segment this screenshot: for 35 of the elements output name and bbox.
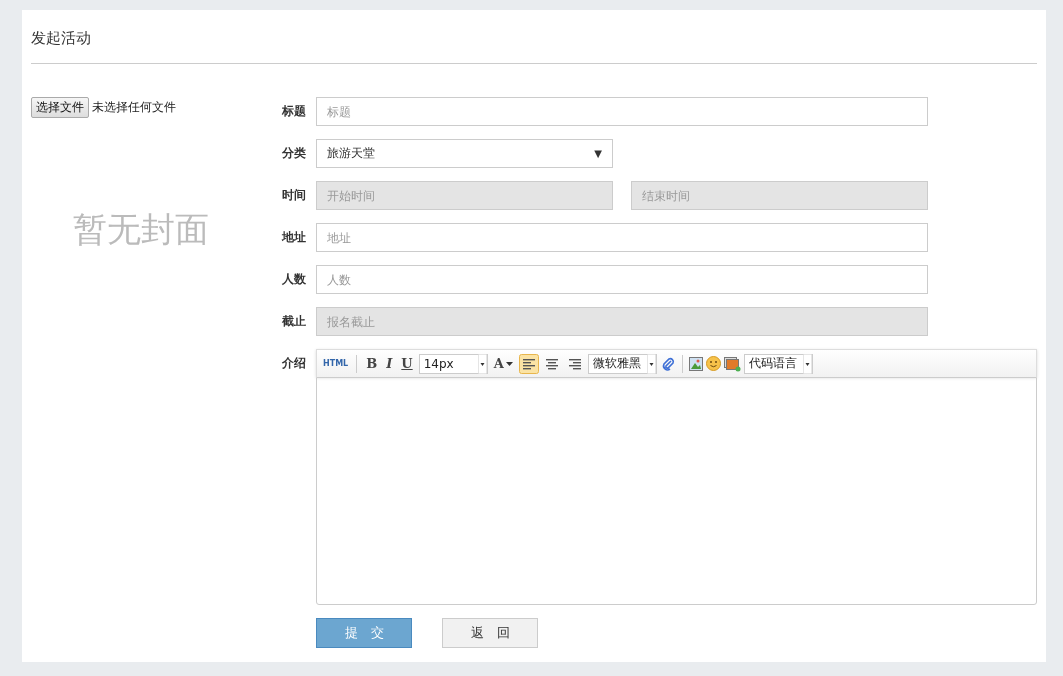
field-label: 地址: [282, 229, 307, 246]
toolbar-dropdown[interactable]: 代码语言: [743, 353, 813, 374]
smiley-icon[interactable]: [705, 356, 721, 371]
underline-button[interactable]: U: [398, 356, 416, 371]
caret-icon: [802, 353, 812, 374]
italic-button[interactable]: I: [383, 356, 396, 371]
field-label: 时间: [282, 187, 307, 204]
choose-file-button[interactable]: 选择文件: [31, 97, 89, 118]
bold-button[interactable]: B: [363, 356, 381, 371]
image-icon[interactable]: [688, 356, 703, 371]
toolbar-dropdown[interactable]: 14px: [418, 353, 488, 374]
caret-icon: [505, 361, 513, 366]
field-label: 标题: [282, 103, 307, 120]
file-status: 未选择任何文件: [92, 99, 176, 116]
field-label: 截止: [282, 313, 307, 330]
page-title: 发起活动: [31, 10, 1037, 64]
field-label: 人数: [282, 271, 307, 288]
caret-icon: [646, 353, 656, 374]
align-left-icon[interactable]: [518, 353, 539, 374]
picture-gallery-icon[interactable]: [723, 355, 741, 372]
input-field[interactable]: 地址: [316, 223, 928, 252]
toolbar-dropdown[interactable]: 微软雅黑: [587, 353, 657, 374]
category-select[interactable]: 旅游天堂 ▼: [316, 139, 613, 168]
cover-placeholder-text: 暂无封面: [73, 208, 210, 251]
dropdown-value: 14px: [422, 356, 455, 371]
field-label: 介绍: [282, 355, 307, 372]
input-field[interactable]: 标题: [316, 97, 928, 126]
field-label: 分类: [282, 145, 307, 162]
font-color-button[interactable]: A: [490, 356, 516, 371]
dropdown-value: 代码语言: [747, 355, 798, 372]
html-button[interactable]: HTML: [321, 359, 351, 368]
back-button[interactable]: 返 回: [442, 618, 538, 648]
input-field[interactable]: 人数: [316, 265, 928, 294]
caret-icon: [477, 353, 487, 374]
dropdown-value: 微软雅黑: [591, 355, 642, 372]
